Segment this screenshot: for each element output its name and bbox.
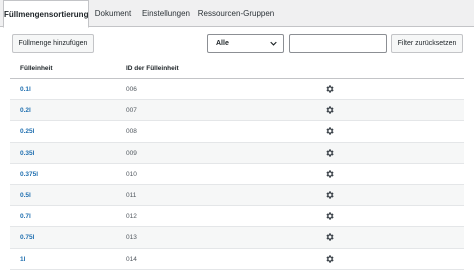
- column-header-unit: Fülleinheit: [20, 65, 53, 72]
- tab-ressourcen-gruppen[interactable]: Ressourcen-Gruppen: [197, 0, 275, 27]
- tab-dokument[interactable]: Dokument: [91, 0, 135, 27]
- fill-unit-link[interactable]: 1l: [20, 256, 25, 263]
- column-header-id: ID der Fülleinheit: [126, 65, 179, 72]
- add-fill-quantity-button[interactable]: Füllmenge hinzufügen: [12, 34, 94, 53]
- filter-select-value: Alle: [216, 40, 229, 47]
- gear-icon[interactable]: [325, 232, 335, 242]
- fill-unit-link[interactable]: 0.5l: [20, 192, 31, 199]
- table-row: 0.2l 007: [10, 100, 464, 122]
- table-row: 0.5l 011: [10, 185, 464, 207]
- filter-select[interactable]: Alle: [207, 34, 284, 53]
- gear-icon[interactable]: [325, 84, 335, 94]
- gear-icon[interactable]: [325, 254, 335, 264]
- gear-icon[interactable]: [325, 105, 335, 115]
- gear-icon[interactable]: [325, 190, 335, 200]
- table-row: 0.375l 010: [10, 164, 464, 185]
- table-row: 0.75l 013: [10, 227, 464, 249]
- table-row: 1l 014: [10, 249, 464, 270]
- table-header: Fülleinheit ID der Fülleinheit: [10, 61, 464, 79]
- gear-icon[interactable]: [325, 126, 335, 136]
- fill-unit-id: 012: [126, 213, 137, 221]
- fill-unit-id: 006: [126, 86, 137, 93]
- fill-unit-id: 009: [126, 149, 137, 157]
- table-row: 0.25l 008: [10, 121, 464, 143]
- gear-icon[interactable]: [325, 148, 335, 158]
- fill-unit-link[interactable]: 0.35l: [20, 150, 34, 157]
- table-row: 0.35l 009: [10, 142, 464, 164]
- tab-fuellmengensortierung[interactable]: Füllmengensortierung: [3, 0, 89, 28]
- table-row: 0.7l 012: [10, 206, 464, 228]
- tab-einstellungen[interactable]: Einstellungen: [139, 0, 193, 27]
- table-row: 0.1l 006: [10, 79, 464, 101]
- fill-unit-id: 013: [126, 234, 137, 242]
- fill-unit-id: 011: [126, 192, 137, 199]
- fill-unit-id: 008: [126, 128, 137, 136]
- gear-icon[interactable]: [325, 211, 335, 221]
- fill-unit-id: 010: [126, 170, 137, 178]
- fill-unit-link[interactable]: 0.7l: [20, 213, 31, 220]
- fill-unit-id: 014: [126, 255, 137, 263]
- fill-unit-link[interactable]: 0.375l: [20, 171, 38, 178]
- fill-unit-link[interactable]: 0.1l: [20, 86, 31, 93]
- filter-input[interactable]: [289, 34, 387, 53]
- chevron-down-icon: [270, 41, 277, 46]
- gear-icon[interactable]: [325, 169, 335, 179]
- reset-filter-button[interactable]: Filter zurücksetzen: [391, 34, 463, 53]
- fill-unit-id: 007: [126, 107, 137, 115]
- fill-unit-link[interactable]: 0.2l: [20, 107, 31, 114]
- fill-unit-link[interactable]: 0.75l: [20, 234, 34, 241]
- fill-unit-link[interactable]: 0.25l: [20, 128, 34, 135]
- tab-bar: Füllmengensortierung Dokument Einstellun…: [0, 0, 474, 28]
